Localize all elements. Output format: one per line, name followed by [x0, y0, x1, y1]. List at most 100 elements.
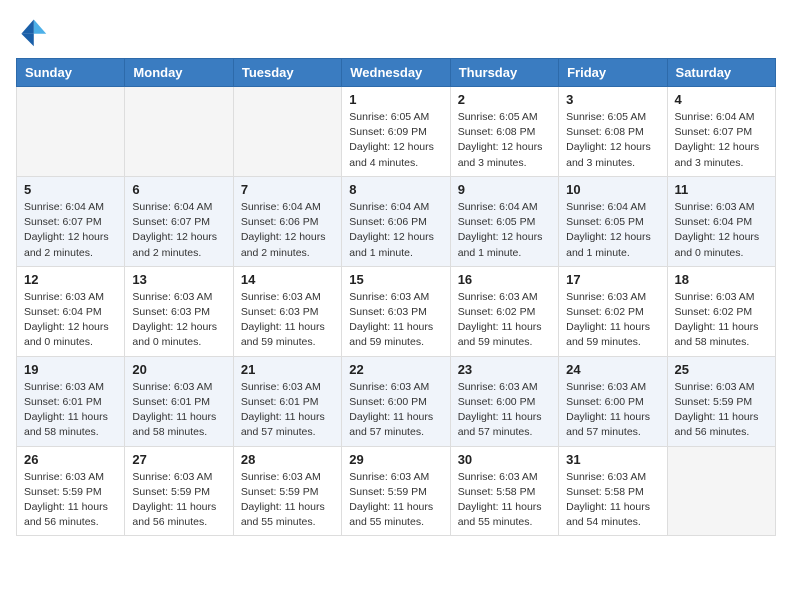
day-number: 29	[349, 452, 442, 467]
day-number: 15	[349, 272, 442, 287]
day-info: Sunrise: 6:04 AM Sunset: 6:06 PM Dayligh…	[241, 200, 334, 261]
calendar-cell: 14 Sunrise: 6:03 AM Sunset: 6:03 PM Dayli…	[233, 266, 341, 356]
day-info: Sunrise: 6:05 AM Sunset: 6:08 PM Dayligh…	[458, 110, 551, 171]
day-number: 24	[566, 362, 659, 377]
day-info: Sunrise: 6:04 AM Sunset: 6:07 PM Dayligh…	[675, 110, 768, 171]
day-number: 18	[675, 272, 768, 287]
day-info: Sunrise: 6:03 AM Sunset: 6:02 PM Dayligh…	[675, 290, 768, 351]
day-number: 7	[241, 182, 334, 197]
day-number: 8	[349, 182, 442, 197]
calendar-cell: 30Sunrise: 6:03 AM Sunset: 5:58 PM Dayli…	[450, 446, 558, 536]
day-info: Sunrise: 6:03 AM Sunset: 6:00 PM Dayligh…	[566, 380, 659, 441]
calendar-cell: 16Sunrise: 6:03 AM Sunset: 6:02 PM Dayli…	[450, 266, 558, 356]
calendar-cell: 6 Sunrise: 6:04 AM Sunset: 6:07 PM Daylig…	[125, 176, 233, 266]
calendar-cell: 23Sunrise: 6:03 AM Sunset: 6:00 PM Dayli…	[450, 356, 558, 446]
day-number: 1	[349, 92, 442, 107]
day-info: Sunrise: 6:05 AM Sunset: 6:09 PM Dayligh…	[349, 110, 442, 171]
calendar-cell: 25 Sunrise: 6:03 AM Sunset: 5:59 PM Dayli…	[667, 356, 775, 446]
calendar-cell: 3 Sunrise: 6:05 AM Sunset: 6:08 PM Daylig…	[559, 87, 667, 177]
day-number: 22	[349, 362, 442, 377]
calendar-cell: 18 Sunrise: 6:03 AM Sunset: 6:02 PM Dayli…	[667, 266, 775, 356]
day-number: 10	[566, 182, 659, 197]
column-header-wednesday: Wednesday	[342, 59, 450, 87]
calendar-cell: 2 Sunrise: 6:05 AM Sunset: 6:08 PM Daylig…	[450, 87, 558, 177]
day-info: Sunrise: 6:03 AM Sunset: 6:04 PM Dayligh…	[24, 290, 117, 351]
day-info: Sunrise: 6:04 AM Sunset: 6:07 PM Dayligh…	[24, 200, 117, 261]
calendar-header-row: SundayMondayTuesdayWednesdayThursdayFrid…	[17, 59, 776, 87]
day-number: 4	[675, 92, 768, 107]
day-number: 5	[24, 182, 117, 197]
calendar-cell: 12 Sunrise: 6:03 AM Sunset: 6:04 PM Dayli…	[17, 266, 125, 356]
day-number: 2	[458, 92, 551, 107]
calendar-cell: 10 Sunrise: 6:04 AM Sunset: 6:05 PM Dayli…	[559, 176, 667, 266]
column-header-tuesday: Tuesday	[233, 59, 341, 87]
day-number: 17	[566, 272, 659, 287]
day-number: 25	[675, 362, 768, 377]
calendar-cell: 24 Sunrise: 6:03 AM Sunset: 6:00 PM Dayli…	[559, 356, 667, 446]
day-number: 19	[24, 362, 117, 377]
day-info: Sunrise: 6:03 AM Sunset: 6:00 PM Dayligh…	[349, 380, 442, 441]
day-number: 6	[132, 182, 225, 197]
day-info: Sunrise: 6:03 AM Sunset: 6:02 PM Dayligh…	[458, 290, 551, 351]
day-info: Sunrise: 6:03 AM Sunset: 6:03 PM Dayligh…	[241, 290, 334, 351]
calendar-cell: 29 Sunrise: 6:03 AM Sunset: 5:59 PM Dayli…	[342, 446, 450, 536]
day-info: Sunrise: 6:03 AM Sunset: 6:02 PM Dayligh…	[566, 290, 659, 351]
logo	[16, 16, 54, 48]
day-info: Sunrise: 6:04 AM Sunset: 6:07 PM Dayligh…	[132, 200, 225, 261]
day-number: 3	[566, 92, 659, 107]
day-info: Sunrise: 6:04 AM Sunset: 6:06 PM Dayligh…	[349, 200, 442, 261]
day-info: Sunrise: 6:03 AM Sunset: 6:03 PM Dayligh…	[132, 290, 225, 351]
day-info: Sunrise: 6:03 AM Sunset: 6:01 PM Dayligh…	[24, 380, 117, 441]
day-info: Sunrise: 6:03 AM Sunset: 6:01 PM Dayligh…	[241, 380, 334, 441]
day-info: Sunrise: 6:03 AM Sunset: 5:59 PM Dayligh…	[24, 470, 117, 531]
day-number: 12	[24, 272, 117, 287]
calendar-cell	[233, 87, 341, 177]
day-number: 13	[132, 272, 225, 287]
calendar-cell: 26 Sunrise: 6:03 AM Sunset: 5:59 PM Dayli…	[17, 446, 125, 536]
calendar-cell: 15Sunrise: 6:03 AM Sunset: 6:03 PM Dayli…	[342, 266, 450, 356]
day-number: 23	[458, 362, 551, 377]
logo-icon	[16, 16, 48, 48]
calendar-week-row: 5 Sunrise: 6:04 AM Sunset: 6:07 PM Daylig…	[17, 176, 776, 266]
calendar-cell: 1 Sunrise: 6:05 AM Sunset: 6:09 PM Daylig…	[342, 87, 450, 177]
day-number: 26	[24, 452, 117, 467]
calendar-cell: 22 Sunrise: 6:03 AM Sunset: 6:00 PM Dayli…	[342, 356, 450, 446]
day-number: 27	[132, 452, 225, 467]
calendar-week-row: 26 Sunrise: 6:03 AM Sunset: 5:59 PM Dayli…	[17, 446, 776, 536]
calendar-cell: 27 Sunrise: 6:03 AM Sunset: 5:59 PM Dayli…	[125, 446, 233, 536]
column-header-sunday: Sunday	[17, 59, 125, 87]
day-info: Sunrise: 6:03 AM Sunset: 5:59 PM Dayligh…	[241, 470, 334, 531]
day-info: Sunrise: 6:03 AM Sunset: 6:01 PM Dayligh…	[132, 380, 225, 441]
calendar-cell: 9Sunrise: 6:04 AM Sunset: 6:05 PM Daylig…	[450, 176, 558, 266]
day-info: Sunrise: 6:03 AM Sunset: 5:59 PM Dayligh…	[132, 470, 225, 531]
day-info: Sunrise: 6:03 AM Sunset: 6:04 PM Dayligh…	[675, 200, 768, 261]
calendar-cell: 13 Sunrise: 6:03 AM Sunset: 6:03 PM Dayli…	[125, 266, 233, 356]
calendar-cell: 4 Sunrise: 6:04 AM Sunset: 6:07 PM Daylig…	[667, 87, 775, 177]
calendar-cell: 31Sunrise: 6:03 AM Sunset: 5:58 PM Dayli…	[559, 446, 667, 536]
calendar-cell	[17, 87, 125, 177]
calendar-cell	[667, 446, 775, 536]
day-number: 20	[132, 362, 225, 377]
column-header-monday: Monday	[125, 59, 233, 87]
calendar-cell: 11Sunrise: 6:03 AM Sunset: 6:04 PM Dayli…	[667, 176, 775, 266]
calendar-week-row: 12 Sunrise: 6:03 AM Sunset: 6:04 PM Dayli…	[17, 266, 776, 356]
column-header-saturday: Saturday	[667, 59, 775, 87]
calendar-cell: 5 Sunrise: 6:04 AM Sunset: 6:07 PM Daylig…	[17, 176, 125, 266]
calendar-table: SundayMondayTuesdayWednesdayThursdayFrid…	[16, 58, 776, 536]
day-info: Sunrise: 6:04 AM Sunset: 6:05 PM Dayligh…	[458, 200, 551, 261]
calendar-cell: 8 Sunrise: 6:04 AM Sunset: 6:06 PM Daylig…	[342, 176, 450, 266]
day-info: Sunrise: 6:03 AM Sunset: 5:59 PM Dayligh…	[675, 380, 768, 441]
calendar-cell: 17 Sunrise: 6:03 AM Sunset: 6:02 PM Dayli…	[559, 266, 667, 356]
calendar-cell: 28Sunrise: 6:03 AM Sunset: 5:59 PM Dayli…	[233, 446, 341, 536]
calendar-week-row: 1 Sunrise: 6:05 AM Sunset: 6:09 PM Daylig…	[17, 87, 776, 177]
column-header-thursday: Thursday	[450, 59, 558, 87]
day-info: Sunrise: 6:04 AM Sunset: 6:05 PM Dayligh…	[566, 200, 659, 261]
day-info: Sunrise: 6:05 AM Sunset: 6:08 PM Dayligh…	[566, 110, 659, 171]
column-header-friday: Friday	[559, 59, 667, 87]
day-info: Sunrise: 6:03 AM Sunset: 5:59 PM Dayligh…	[349, 470, 442, 531]
calendar-cell: 7 Sunrise: 6:04 AM Sunset: 6:06 PM Daylig…	[233, 176, 341, 266]
calendar-cell: 19 Sunrise: 6:03 AM Sunset: 6:01 PM Dayli…	[17, 356, 125, 446]
day-number: 30	[458, 452, 551, 467]
page-header	[16, 16, 776, 48]
day-number: 14	[241, 272, 334, 287]
